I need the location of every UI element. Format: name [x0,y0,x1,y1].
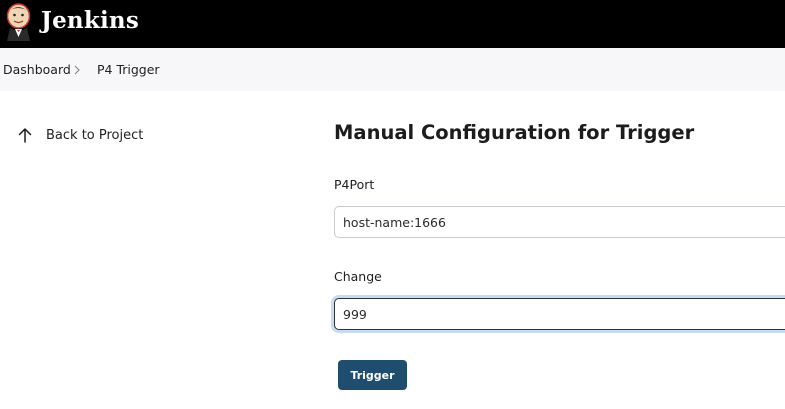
back-to-project-link[interactable]: Back to Project [16,125,143,145]
jenkins-logo-icon[interactable] [3,3,34,41]
brand-title[interactable]: Jenkins [41,4,139,38]
change-input[interactable] [334,298,785,330]
breadcrumb: Dashboard P4 Trigger [0,48,785,91]
breadcrumb-p4-trigger[interactable]: P4 Trigger [97,62,160,78]
arrow-up-icon [18,128,32,143]
page-title: Manual Configuration for Trigger [334,121,695,144]
p4port-input[interactable] [334,206,785,238]
header: Jenkins [0,0,785,48]
change-label: Change [334,269,382,284]
back-to-project-label: Back to Project [46,127,144,143]
trigger-button[interactable]: Trigger [338,360,407,390]
breadcrumb-dashboard[interactable]: Dashboard [3,62,71,78]
p4port-label: P4Port [334,177,375,192]
chevron-right-icon [74,65,80,75]
page: Jenkins Dashboard P4 Trigger Back to Pro… [0,0,785,409]
